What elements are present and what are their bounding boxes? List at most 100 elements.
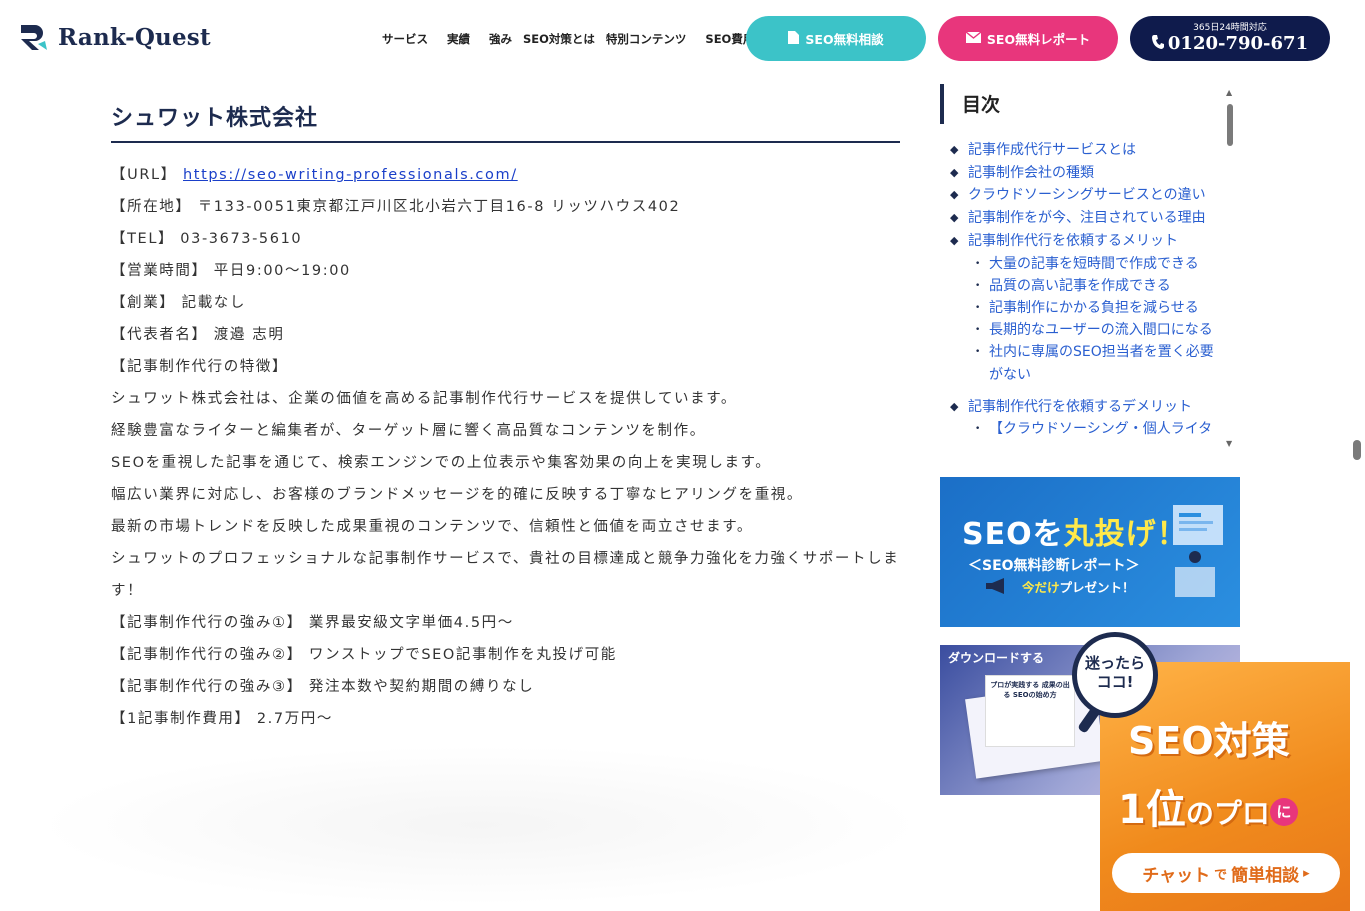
nav-item-strengths[interactable]: 強み [489, 31, 512, 47]
dot-bullet-icon: • [975, 347, 981, 358]
banner-title-a: SEOを [962, 517, 1064, 552]
detail-line: 【代表者名】 渡邉 志明 [111, 327, 285, 343]
detail-line: 経験豊富なライターと編集者が、ターゲット層に響く高品質なコンテンツを制作。 [111, 423, 706, 439]
toc-item[interactable]: ◆ クラウドソーシングサービスとの違い [950, 184, 1225, 207]
toc-scroll-thumb[interactable] [1227, 104, 1233, 146]
company-details: 【URL】 https://seo-writing-professionals.… [111, 159, 900, 735]
diamond-bullet-icon: ◆ [950, 188, 959, 202]
toc-subitem[interactable]: • 社内に専属のSEO担当者を置く必要がない [950, 341, 1225, 385]
toc-subitem[interactable]: • 【クラウドソーシング・個人ライターの場合】 [950, 418, 1225, 444]
nav-item-results[interactable]: 実績 [447, 31, 470, 47]
url-label: 【URL】 [111, 167, 177, 183]
dot-bullet-icon: • [975, 325, 981, 336]
banner-present-a: 今だけ [1022, 580, 1060, 595]
chat-button-c: 簡単相談 [1231, 865, 1300, 886]
detail-line: シュワット株式会社は、企業の価値を高める記事制作代行サービスを提供しています。 [111, 391, 738, 407]
toc-item[interactable]: ◆ 記事作成代行サービスとは [950, 139, 1225, 162]
detail-line: シュワットのプロフェッショナルな記事制作サービスで、貴社の目標達成と競争力強化を… [111, 551, 900, 599]
detail-line: 【記事制作代行の強み③】 発注本数や契約期間の縛りなし [111, 679, 535, 695]
detail-line: 最新の市場トレンドを反映した成果重視のコンテンツで、信頼性と価値を両立させます。 [111, 519, 753, 535]
seo-report-label: SEO無料レポート [986, 32, 1091, 47]
chat-bubble[interactable]: 迷ったら ココ! [1072, 632, 1158, 718]
scroll-up-icon[interactable]: ▲ [1226, 88, 1232, 97]
toc-item-label: 記事制作代行を依頼するデメリット [968, 398, 1192, 415]
document-icon [788, 30, 800, 47]
banner-subtitle: ＜SEO無料診断レポート＞ [968, 558, 1140, 574]
chat-button-b: で [1214, 867, 1228, 883]
seo-report-button[interactable]: SEO無料レポート [938, 16, 1118, 61]
detail-line: 【1記事制作費用】 2.7万円〜 [111, 711, 333, 727]
dot-bullet-icon: • [975, 302, 981, 313]
detail-line: 【記事制作代行の強み②】 ワンストップでSEO記事制作を丸投げ可能 [111, 647, 617, 663]
banner-title: SEOを丸投げ！ [962, 509, 1188, 553]
detail-line: 【創業】 記載なし [111, 295, 247, 311]
diamond-bullet-icon: ◆ [950, 399, 959, 413]
nav-item-special-content[interactable]: 特別コンテンツ [606, 31, 687, 47]
company-section: シュワット株式会社 【URL】 https://seo-writing-prof… [111, 100, 900, 735]
toc-subitem-label: 長期的なユーザーの流入間口になる [989, 322, 1213, 339]
detail-line: 幅広い業界に対応し、お客様のブランドメッセージを的確に反映する丁寧なヒアリングを… [111, 487, 804, 503]
phone-number-row: 0120-790-671 [1151, 33, 1309, 54]
diamond-bullet-icon: ◆ [950, 165, 959, 179]
toc-subitem[interactable]: • 記事制作にかかる負担を減らせる [950, 297, 1225, 319]
toc-item-label: 記事制作会社の種類 [968, 164, 1094, 181]
toc-subitem-label: 記事制作にかかる負担を減らせる [989, 299, 1199, 316]
chat-subheadline: 1位のプロに [1118, 777, 1298, 835]
ebook-cover: プロが実践する 成果の出る SEOの始め方 [985, 675, 1075, 747]
seo-consult-label: SEO無料相談 [805, 32, 884, 47]
mail-icon [965, 31, 982, 46]
company-heading: シュワット株式会社 [111, 100, 900, 143]
chat-pro: のプロ [1185, 797, 1270, 830]
diamond-bullet-icon: ◆ [950, 143, 959, 156]
dot-bullet-icon: • [975, 258, 981, 269]
phone-number: 0120-790-671 [1167, 33, 1309, 54]
detail-line: 【記事制作代行の特徴】 [111, 359, 289, 375]
dot-bullet-icon: • [975, 424, 981, 435]
toc-item[interactable]: ◆ 記事制作代行を依頼するメリット [950, 230, 1225, 253]
nav-item-service[interactable]: サービス [382, 31, 428, 47]
toc-item[interactable]: ◆ 記事制作をが今、注目されている理由 [950, 207, 1225, 230]
chat-headline: SEO対策 [1128, 719, 1290, 763]
toc-subitem[interactable]: • 長期的なユーザーの流入間口になる [950, 319, 1225, 341]
toc-scrollbar[interactable]: ▲ ▼ [1225, 88, 1235, 448]
toc-spacer [950, 386, 1225, 396]
toc-heading: 目次 [940, 84, 1240, 124]
detail-line: SEOを重視した記事を通じて、検索エンジンでの上位表示や集客効果の向上を実現しま… [111, 455, 772, 471]
dashboard-illustration-icon [1173, 505, 1223, 597]
toc-item[interactable]: ◆ 記事制作会社の種類 [950, 162, 1225, 185]
phone-icon [1151, 34, 1164, 54]
logo-text: Rank-Quest [58, 23, 211, 51]
toc-item-label: 記事制作代行を依頼するメリット [968, 232, 1178, 249]
scroll-down-icon[interactable]: ▼ [1226, 439, 1232, 448]
logo[interactable]: Rank-Quest [18, 22, 211, 52]
diamond-bullet-icon: ◆ [950, 211, 959, 225]
toc-subitem[interactable]: • 品質の高い記事を作成できる [950, 275, 1225, 297]
detail-line: 【所在地】 〒133-0051東京都江戸川区北小岩六丁目16-8 リッツハウス4… [111, 199, 681, 215]
diamond-bullet-icon: ◆ [950, 233, 959, 247]
nav-item-about-seo[interactable]: SEO対策とは [523, 31, 595, 47]
content-fade [35, 745, 925, 905]
toc-item[interactable]: ◆ 記事制作代行を依頼するデメリット [950, 396, 1225, 419]
url-line: 【URL】 https://seo-writing-professionals.… [111, 159, 900, 191]
toc-subitem-label: 品質の高い記事を作成できる [989, 277, 1171, 294]
detail-line: 【記事制作代行の強み①】 業界最安級文字単価4.5円〜 [111, 615, 514, 631]
seo-consult-button[interactable]: SEO無料相談 [746, 16, 926, 61]
phone-button[interactable]: 365日24時間対応 0120-790-671 [1130, 16, 1330, 61]
seo-outsource-banner[interactable]: SEOを丸投げ！ ＜SEO無料診断レポート＞ 今だけプレゼント！ [940, 477, 1240, 627]
detail-line: 【TEL】 03-3673-5610 [111, 231, 303, 247]
main-nav: サービス 実績 強み SEO対策とは 特別コンテンツ SEO費用 [382, 31, 773, 47]
toc-subitem-label: 【クラウドソーシング・個人ライターの場合】 [989, 421, 1213, 444]
chat-ni: に [1269, 798, 1298, 826]
company-url-link[interactable]: https://seo-writing-professionals.com/ [183, 167, 518, 183]
banner-present-b: プレゼント！ [1059, 580, 1135, 595]
table-of-contents: 目次 ◆ 記事作成代行サービスとは ◆ 記事制作会社の種類 ◆ クラウドソーシングサー… [940, 84, 1240, 449]
toc-item-label: クラウドソーシングサービスとの違い [968, 187, 1206, 204]
download-tag: ダウンロードする [948, 651, 1045, 665]
toc-subitem[interactable]: • 大量の記事を短時間で作成できる [950, 253, 1225, 275]
dot-bullet-icon: • [975, 280, 981, 291]
toc-item-label: 記事制作をが今、注目されている理由 [968, 210, 1206, 227]
page-scrollbar-thumb[interactable] [1353, 440, 1361, 460]
banner-present: 今だけプレゼント！ [1022, 577, 1135, 596]
chat-consult-button[interactable]: チャット で 簡単相談 ▸ [1112, 853, 1340, 893]
toc-list[interactable]: ◆ 記事作成代行サービスとは ◆ 記事制作会社の種類 ◆ クラウドソーシングサービスと… [950, 139, 1225, 444]
